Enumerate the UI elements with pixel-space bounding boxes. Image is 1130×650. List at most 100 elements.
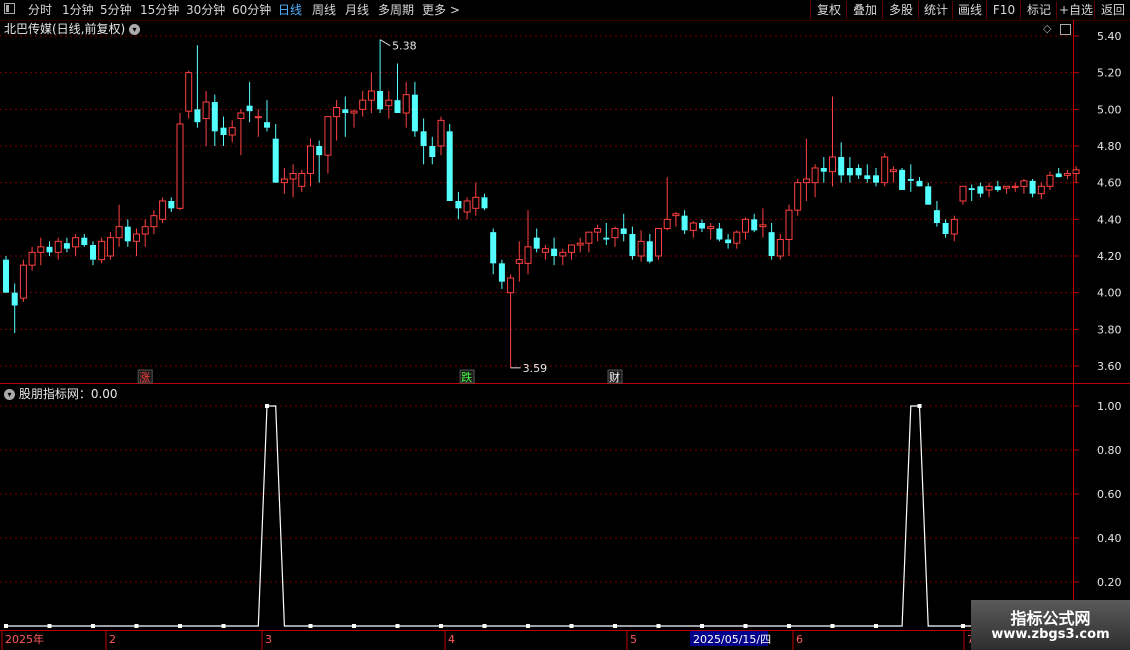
indicator-tick-label: 1.00 [1097, 400, 1122, 413]
high-marker-label: 5.38 [392, 40, 417, 53]
indicator-point [134, 624, 139, 628]
candle-body-up [811, 167, 819, 184]
kline-chart: 5.40 5.20 5.00 4.80 4.60 4.40 4.20 4.00 3.80 3.60… [0, 20, 1130, 650]
candle-body-up [106, 237, 114, 257]
candle-body-down [681, 215, 688, 231]
indicator-point [613, 624, 617, 628]
candle-body-up [576, 242, 584, 246]
indicator-point [656, 624, 661, 628]
candle-body-up [150, 215, 158, 228]
candle-body-up [985, 185, 993, 191]
price-tick-label: 4.40 [1097, 213, 1122, 226]
candle-body-down [246, 105, 253, 112]
candle-body-up [802, 178, 810, 184]
candle-body-up [37, 246, 45, 253]
candle-body-down [716, 228, 723, 240]
panel-layout-icon[interactable] [1060, 24, 1071, 35]
candle-body-up [472, 196, 480, 209]
candle-body-up [289, 173, 297, 180]
indicator-point [526, 624, 530, 628]
candle-body-down [864, 175, 871, 179]
candle-body-down [394, 100, 401, 113]
candle-body-up [785, 209, 793, 241]
candle-body-down [925, 186, 932, 205]
indicator-point [700, 624, 704, 628]
chevron-down-icon[interactable]: ▾ [4, 389, 15, 400]
candle-body-up [541, 248, 549, 253]
candle-body-up [185, 72, 193, 112]
indicator-point [830, 624, 835, 628]
candle-body-down [916, 180, 923, 187]
candle-body-down [411, 94, 418, 132]
watermark-title: 指标公式网 [1010, 609, 1091, 628]
high-marker-arrow [379, 39, 391, 47]
candle-body-down [11, 292, 18, 306]
candle-body-up [1072, 169, 1080, 174]
candle-body-up [733, 231, 741, 244]
candle-body-up [237, 112, 245, 119]
candle-body-down [481, 197, 488, 209]
candle-body-up [663, 218, 671, 229]
candle-body-down [873, 175, 879, 183]
candle-body-up [228, 127, 236, 136]
candle-body-down [968, 188, 975, 190]
indicator-tick-label: 0.80 [1097, 444, 1122, 457]
indicator-title-text: 股朋指标网：0.00 [18, 387, 118, 401]
candle-body-up [611, 228, 619, 239]
price-tick-label: 3.60 [1097, 360, 1122, 373]
price-tick-label: 4.20 [1097, 250, 1122, 263]
candle-body-up [585, 231, 593, 244]
chevron-down-icon[interactable]: ▾ [129, 24, 141, 35]
candle-body-down [933, 210, 940, 223]
candle-body-up [307, 145, 314, 174]
candle-body-down [168, 201, 175, 209]
candle-body-up [950, 218, 958, 235]
candle-body-up [881, 156, 889, 184]
candle-body-up [324, 116, 332, 156]
candle-body-down [455, 201, 462, 209]
indicator-tick-label: 0.60 [1097, 488, 1122, 501]
candle-body-up [1063, 173, 1071, 176]
candle-body-down [629, 234, 636, 256]
candle-body-down [1055, 173, 1062, 178]
indicator-point [482, 624, 487, 628]
candle-body-up [655, 228, 662, 257]
candle-body-up [254, 116, 262, 119]
x-axis-label: 3 [265, 633, 272, 646]
event-badge-label: 财 [609, 370, 620, 384]
indicator-tick-label: 0.20 [1097, 576, 1122, 589]
candle-body-down [725, 239, 732, 244]
selected-date-label: 2025/05/15/四 [693, 633, 771, 646]
stock-title: 北巴传媒(日线,前复权) ▾ [4, 22, 141, 36]
candle-body-up [98, 240, 106, 261]
indicator-point [439, 624, 443, 628]
low-marker-label: 3.59 [523, 362, 548, 375]
diamond-icon[interactable]: ◇ [1043, 22, 1051, 36]
candle-body-up [298, 173, 306, 187]
indicator-point [395, 624, 400, 628]
indicator-point [961, 624, 965, 628]
indicator-point [743, 624, 748, 628]
candle-body-down [820, 168, 827, 172]
candle-body-down [855, 168, 862, 176]
candle-body-up [515, 259, 523, 264]
candle-body-up [637, 240, 645, 257]
event-badge-label: 涨 [139, 371, 150, 384]
candle-body-down [446, 131, 453, 201]
price-tick-label: 4.60 [1097, 177, 1122, 190]
candle-body-up [1003, 185, 1010, 189]
price-tick-label: 3.80 [1097, 323, 1122, 336]
candle-body-up [889, 169, 897, 173]
indicator-point [178, 624, 182, 628]
candle-body-up [594, 228, 602, 233]
candle-body-down [646, 241, 653, 262]
candle-body-up [776, 239, 784, 257]
candle-body-up [385, 99, 393, 107]
candle-body-up [1020, 180, 1028, 187]
candle-body-down [490, 232, 497, 264]
candle-body-up [367, 90, 375, 101]
candle-body-up [333, 107, 341, 118]
indicator-line [6, 405, 1042, 627]
candle-body-down [846, 168, 853, 176]
candle-body-down [90, 245, 96, 260]
